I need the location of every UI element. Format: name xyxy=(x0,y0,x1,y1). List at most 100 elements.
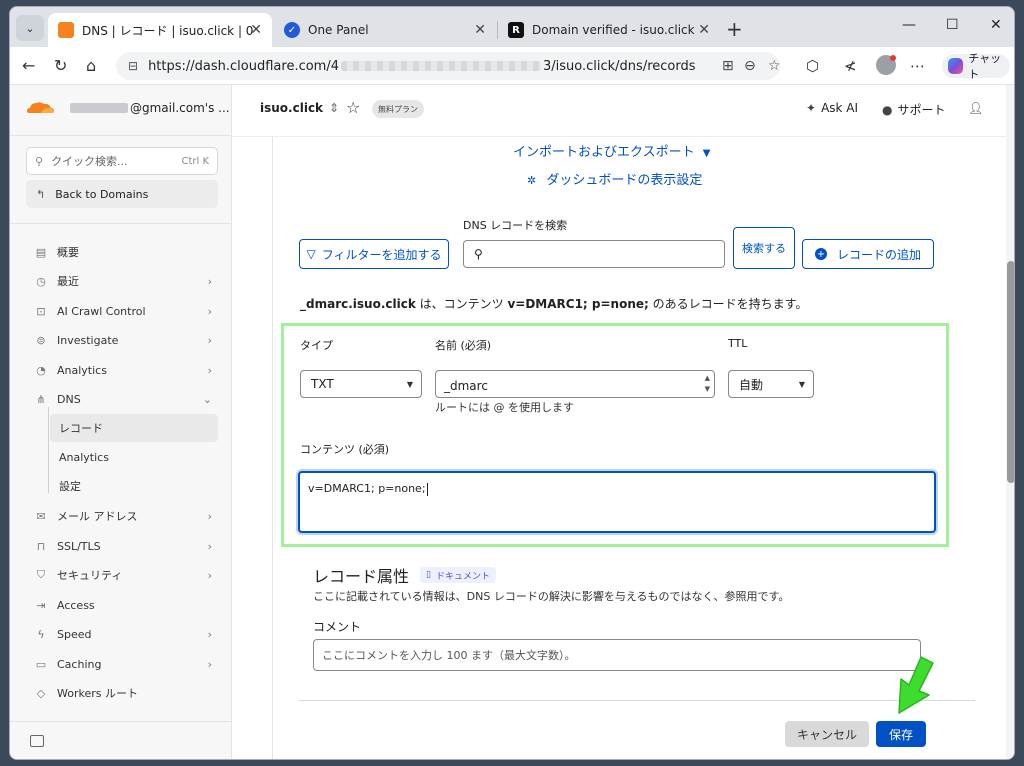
save-button[interactable]: 保存 xyxy=(876,721,926,747)
copilot-chat-button[interactable]: チャット xyxy=(942,52,1010,81)
site-info-icon[interactable]: ⊟ xyxy=(128,59,138,73)
window-close-icon[interactable]: ✕ xyxy=(990,17,1002,33)
ttl-select[interactable]: 自動 ▼ xyxy=(728,370,814,398)
sidebar-item-analytics[interactable]: ◔ Analytics › xyxy=(26,358,218,382)
favorites-icon[interactable]: ≮ xyxy=(844,57,857,75)
cancel-button[interactable]: キャンセル xyxy=(785,721,869,747)
sidebar-item-workers-routes[interactable]: ◇ Workers ルート xyxy=(26,681,218,705)
chevron-right-icon: › xyxy=(207,627,212,641)
comment-input[interactable]: ここにコメントを入力し 100 ます（最大文字数）。 xyxy=(313,639,921,671)
quick-search-input[interactable]: ⚲ クイック検索... Ctrl K xyxy=(26,147,218,175)
name-label: 名前 (必須) xyxy=(435,339,492,352)
filter-icon: ▽ xyxy=(306,247,316,261)
new-tab-icon[interactable]: + xyxy=(726,17,743,41)
favorite-star-icon[interactable]: ☆ xyxy=(768,58,781,74)
import-export-label: インポートおよびエクスポート xyxy=(513,145,695,160)
maximize-icon[interactable]: ☐ xyxy=(946,17,959,33)
tab-dns[interactable]: DNS | レコード | isuo.click | 0 ✕ xyxy=(48,13,272,47)
copilot-icon xyxy=(948,58,964,74)
cache-icon: ▭ xyxy=(35,657,47,671)
minimize-icon[interactable]: — xyxy=(902,17,916,33)
reload-icon[interactable]: ↻ xyxy=(54,56,67,75)
plan-badge: 無料プラン xyxy=(372,100,424,118)
zoom-icon[interactable]: ⊖ xyxy=(744,58,756,74)
zone-name: isuo.click xyxy=(260,101,324,115)
back-to-domains-button[interactable]: ↰ Back to Domains xyxy=(26,180,218,208)
tab-onepanel[interactable]: ✓ One Panel ✕ xyxy=(274,13,496,47)
url-bar[interactable]: ⊟ https://dash.cloudflare.com/4 3/isuo.c… xyxy=(116,52,781,80)
onepanel-favicon-icon: ✓ xyxy=(284,22,300,38)
more-menu-icon[interactable]: ⋯ xyxy=(910,57,925,75)
favorite-zone-star-icon[interactable]: ☆ xyxy=(346,98,360,117)
sidebar-item-caching[interactable]: ▭ Caching › xyxy=(26,652,218,676)
sidebar-item-label: DNS xyxy=(57,392,81,406)
shield-icon: ⛉ xyxy=(36,568,46,581)
back-label: Back to Domains xyxy=(55,187,149,201)
sidebar-item-access[interactable]: ⇥ Access xyxy=(26,593,218,617)
sidebar-collapse-icon[interactable] xyxy=(30,735,44,747)
zone-switcher[interactable]: isuo.click ⇕ xyxy=(260,101,339,115)
sidebar-item-security[interactable]: ⛉ セキュリティ › xyxy=(26,563,218,587)
home-icon[interactable]: ⌂ xyxy=(86,56,96,75)
sidebar-item-ssl-tls[interactable]: ⊓ SSL/TLS › xyxy=(26,534,218,558)
scrollbar-thumb[interactable] xyxy=(1007,261,1014,483)
tab-actions-menu[interactable]: ⌄ xyxy=(16,15,44,41)
sidebar-item-dns[interactable]: ⋔ DNS ⌄ xyxy=(26,387,218,411)
support-label: サポート xyxy=(897,103,946,117)
sidebar-item-overview[interactable]: ▤ 概要 xyxy=(26,240,218,264)
add-filter-button[interactable]: ▽ フィルターを追加する xyxy=(299,239,449,269)
tab-domain-verified[interactable]: R Domain verified - isuo.click ✕ xyxy=(498,13,720,47)
search-icon: ⚲ xyxy=(474,247,483,261)
stepper-icon[interactable]: ▲ ▼ xyxy=(705,373,710,395)
comment-placeholder: ここにコメントを入力し 100 ます（最大文字数）。 xyxy=(322,649,576,662)
sparkle-icon: ✦ xyxy=(806,101,817,115)
name-hint: ルートには @ を使用します xyxy=(435,401,574,414)
user-icon[interactable]: 👤︎ xyxy=(968,101,983,115)
redacted-account-id xyxy=(341,61,541,71)
close-icon[interactable]: ✕ xyxy=(474,22,486,38)
support-button[interactable]: ● サポート xyxy=(882,101,946,118)
back-arrow-icon[interactable]: ← xyxy=(22,56,35,75)
add-record-button[interactable]: + レコードの追加 xyxy=(802,239,934,269)
submenu-line xyxy=(48,407,49,493)
app-available-icon[interactable]: ⊞ xyxy=(722,58,734,74)
sidebar-item-ai-crawl[interactable]: ⊡ AI Crawl Control › xyxy=(26,299,218,323)
search-button[interactable]: 検索する xyxy=(733,227,795,269)
search-button-label: 検索する xyxy=(742,241,786,255)
account-switcher[interactable]: @gmail.com's ... xyxy=(70,101,230,115)
record-attributes-title: レコード属性 xyxy=(313,567,410,586)
summary-record-name: _dmarc.isuo.click xyxy=(300,297,416,311)
sidebar-item-investigate[interactable]: ⊜ Investigate › xyxy=(26,328,218,352)
sidebar-item-email[interactable]: ✉ メール アドレス › xyxy=(26,504,218,528)
dashboard-settings-label: ダッシュボードの表示設定 xyxy=(546,173,703,188)
sidebar-item-label: メール アドレス xyxy=(57,510,138,523)
robot-icon: ⊡ xyxy=(36,304,46,318)
chevron-right-icon: › xyxy=(207,274,212,288)
content-scrollbar[interactable] xyxy=(1006,85,1014,759)
text-cursor xyxy=(426,482,428,496)
book-icon: ▯ xyxy=(426,570,431,580)
sidebar-subitem-dns-analytics[interactable]: Analytics xyxy=(50,443,218,471)
shortcut-hint: Ctrl K xyxy=(181,155,209,167)
sidebar-subitem-records[interactable]: レコード xyxy=(50,414,218,442)
extensions-icon[interactable]: ⬡ xyxy=(806,57,819,75)
ask-ai-button[interactable]: ✦ Ask AI xyxy=(806,101,858,115)
back-arrow-icon: ↰ xyxy=(36,187,46,201)
sidebar-item-speed[interactable]: ϟ Speed › xyxy=(26,622,218,646)
documentation-link[interactable]: ▯ ドキュメント xyxy=(420,567,496,583)
sidebar-item-recent[interactable]: ◷ 最近 › xyxy=(26,269,218,293)
name-field[interactable]: _dmarc ▲ ▼ xyxy=(435,370,715,398)
type-select[interactable]: TXT ▼ xyxy=(300,370,422,398)
sidebar-subitem-settings[interactable]: 設定 xyxy=(50,472,218,500)
content-textarea[interactable]: v=DMARC1; p=none; xyxy=(298,471,936,533)
chevron-down-icon: ⌄ xyxy=(202,392,212,406)
dashboard-settings-link[interactable]: ✲ ダッシュボードの表示設定 xyxy=(527,169,702,188)
record-summary: _dmarc.isuo.click は、コンテンツ v=DMARC1; p=no… xyxy=(300,295,807,312)
sidebar-item-label: Speed xyxy=(57,627,92,641)
dns-search-input[interactable]: ⚲ xyxy=(463,240,725,268)
close-icon[interactable]: ✕ xyxy=(250,22,262,38)
close-icon[interactable]: ✕ xyxy=(698,22,710,38)
chevron-right-icon: › xyxy=(207,509,212,523)
import-export-toggle[interactable]: インポートおよびエクスポート ▼ xyxy=(513,141,710,160)
sidebar-item-label: Workers ルート xyxy=(57,687,138,700)
